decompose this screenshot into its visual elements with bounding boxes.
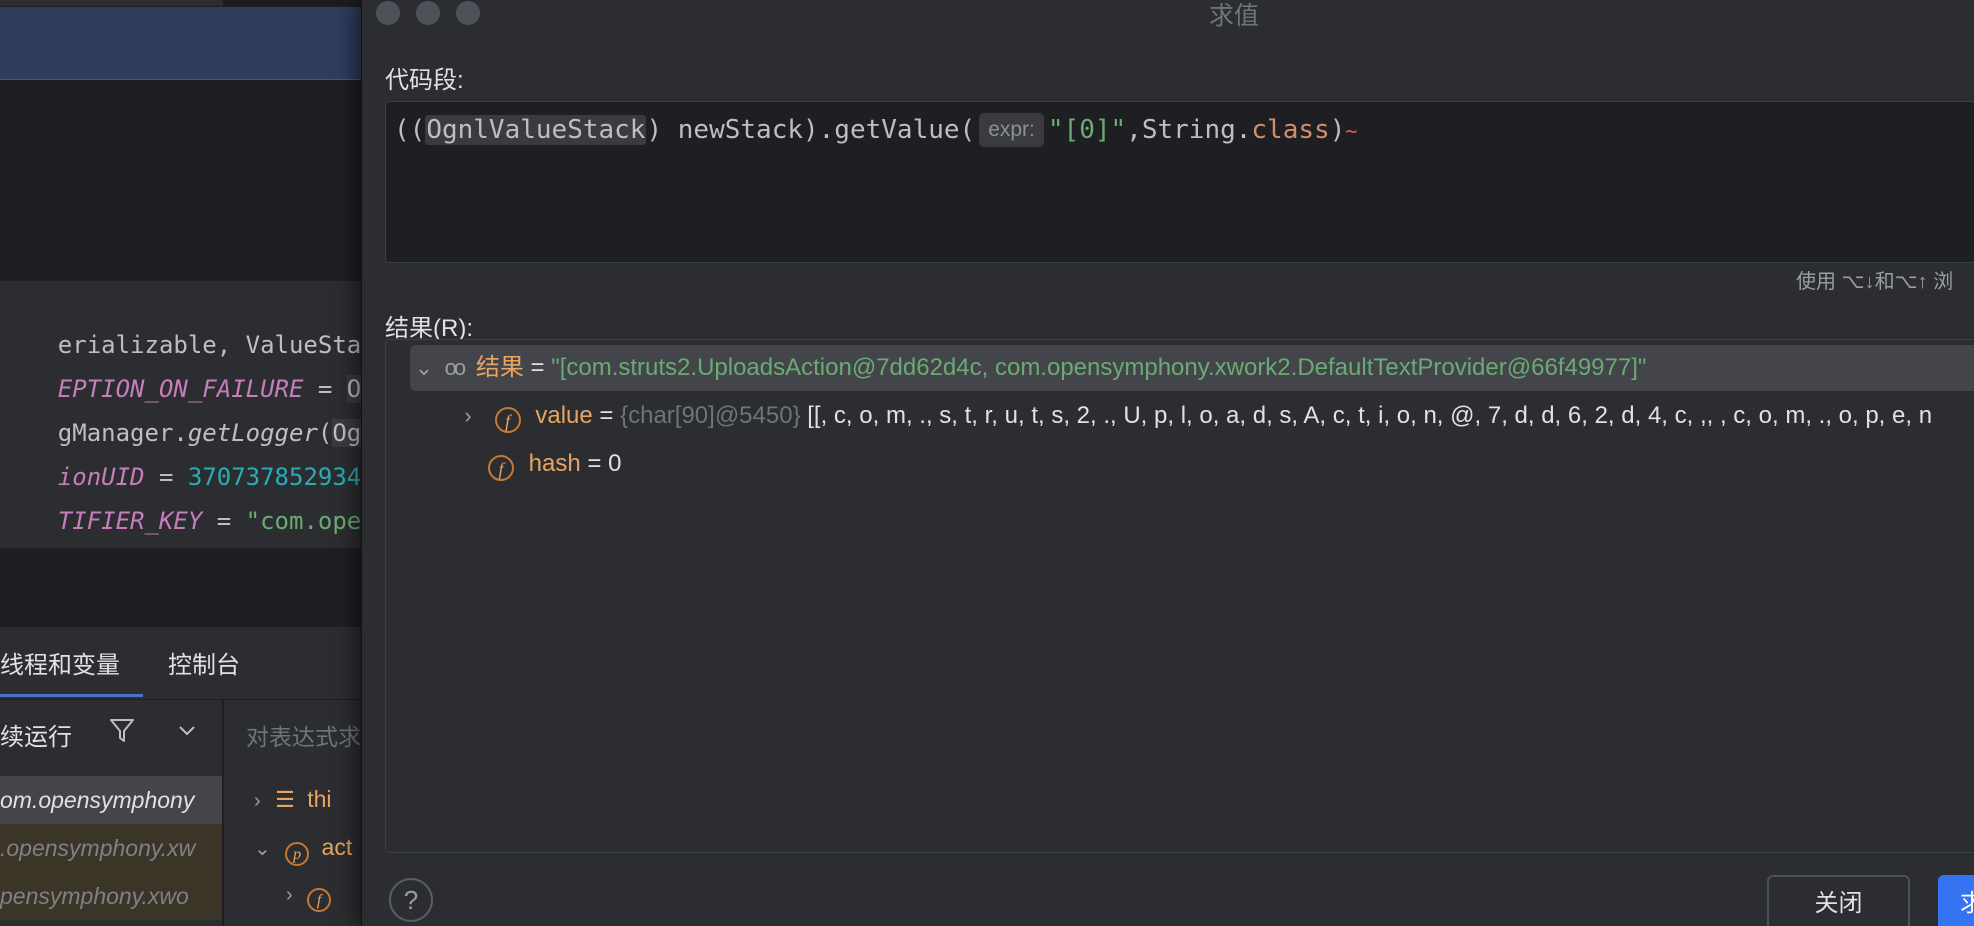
tab-console[interactable]: 控制台 — [168, 645, 240, 680]
expr-token: (( — [394, 115, 426, 145]
error-squiggle-icon: ~ — [1345, 119, 1358, 143]
chevron-down-icon[interactable] — [176, 722, 198, 743]
code-token: "com.opens — [245, 507, 361, 535]
expr-token: ) — [1329, 115, 1346, 145]
help-button[interactable]: ? — [389, 878, 433, 922]
code-fragment-label: 代码段: — [385, 67, 464, 94]
active-tab-indicator — [0, 694, 143, 697]
expr-token: class — [1251, 115, 1330, 145]
window-minimize-dot[interactable] — [416, 1, 440, 25]
variable-row[interactable]: › ☰ thi — [254, 776, 331, 822]
parameter-icon: p — [285, 842, 310, 866]
field-icon: f — [494, 407, 521, 433]
variable-row[interactable]: › f — [286, 870, 332, 916]
filter-icon[interactable] — [108, 716, 136, 751]
variables-tree: › ☰ thi ⌄ p act › f — [224, 766, 361, 926]
history-nav-hint: 使用 ⌥↓和⌥↑ 浏 — [1796, 271, 1954, 293]
result-type: {char[90]@5450} — [620, 402, 801, 429]
result-row[interactable]: › f value = {char[90]@5450} [[, c, o, m,… — [454, 393, 1932, 439]
chevron-down-icon[interactable]: ⌄ — [410, 345, 438, 391]
result-equals: = — [592, 402, 621, 429]
code-line-5[interactable]: TIFIER_KEY = "com.opens — [0, 461, 361, 535]
result-name: value — [535, 402, 593, 429]
debug-tabs: 线程和变量 控制台 — [0, 627, 361, 699]
expr-token: ) newStack).getValue( — [646, 115, 976, 145]
window-zoom-dot[interactable] — [456, 1, 480, 25]
chevron-right-icon[interactable]: › — [454, 393, 482, 439]
resume-label[interactable]: 续运行 — [0, 717, 72, 752]
expression-text[interactable]: ((OgnlValueStack) newStack).getValue(exp… — [394, 110, 1357, 150]
result-name: 结果 — [475, 354, 524, 381]
chevron-right-icon[interactable]: › — [286, 884, 293, 906]
tab-threads-variables[interactable]: 线程和变量 — [0, 645, 120, 680]
result-value: 0 — [608, 450, 622, 477]
variable-name: act — [321, 834, 353, 860]
close-button[interactable]: 关闭 — [1767, 875, 1910, 926]
result-row[interactable]: f hash = 0 — [488, 441, 621, 487]
stack-icon: ☰ — [275, 787, 295, 812]
window-close-dot[interactable] — [376, 1, 400, 25]
expression-editor[interactable]: ((OgnlValueStack) newStack).getValue(exp… — [385, 101, 1974, 263]
result-equals: = — [523, 354, 552, 381]
dialog-title: 求值 — [1209, 2, 1260, 30]
parameter-hint: expr: — [979, 113, 1044, 147]
ide-top-strip-dark — [223, 0, 361, 6]
glasses-icon: oo — [444, 355, 467, 380]
code-token: = — [202, 507, 246, 535]
code-line-1[interactable]: erializable, ValueStack — [0, 285, 361, 359]
field-icon: f — [488, 455, 514, 481]
chevron-down-icon[interactable]: ⌄ — [254, 838, 271, 860]
result-value: "[com.struts2.UploadsAction@7dd62d4c, co… — [551, 354, 1647, 381]
expr-token: ,String. — [1126, 115, 1252, 145]
expr-token: "[0]" — [1047, 115, 1127, 145]
editor-selected-line — [0, 7, 361, 80]
frame-item[interactable]: .opensymphony.xw — [0, 824, 222, 872]
result-value: [[, c, o, m, ., s, t, r, u, t, s, 2, ., … — [800, 402, 1933, 429]
frames-list: om.opensymphony .opensymphony.xw pensymp… — [0, 766, 222, 926]
evaluate-dialog: 求值 代码段: ((OgnlValueStack) newStack).getV… — [361, 0, 1974, 926]
chevron-right-icon[interactable]: › — [254, 790, 261, 812]
evaluate-expression-input[interactable]: 对表达式求 — [224, 700, 361, 766]
evaluate-button[interactable]: 求值 — [1938, 875, 1974, 926]
result-label: 结果(R): — [385, 315, 473, 342]
code-token: TIFIER_KEY — [57, 507, 203, 535]
search-placeholder: 对表达式求 — [246, 724, 361, 750]
code-line-4[interactable]: ionUID = 37073785293492 — [0, 417, 361, 491]
variable-row[interactable]: ⌄ p act — [254, 824, 352, 870]
frame-item[interactable]: om.opensymphony — [0, 776, 222, 824]
variable-name: thi — [307, 786, 332, 812]
code-line-2[interactable]: EPTION_ON_FAILURE = Ogn — [0, 329, 361, 403]
expr-token: OgnlValueStack — [425, 115, 647, 145]
result-equals: = — [580, 450, 609, 477]
frame-item[interactable]: pensymphony.xwo — [0, 872, 222, 920]
result-row[interactable]: ⌄ oo 结果 = "[com.struts2.UploadsAction@7d… — [410, 345, 1647, 391]
ide-background: erializable, ValueStack EPTION_ON_FAILUR… — [0, 0, 361, 926]
field-icon: f — [307, 888, 332, 912]
code-line-3[interactable]: gManager.getLogger(Ognl — [0, 373, 361, 447]
result-tree: ⌄ oo 结果 = "[com.struts2.UploadsAction@7d… — [385, 339, 1974, 853]
result-name: hash — [528, 450, 581, 477]
